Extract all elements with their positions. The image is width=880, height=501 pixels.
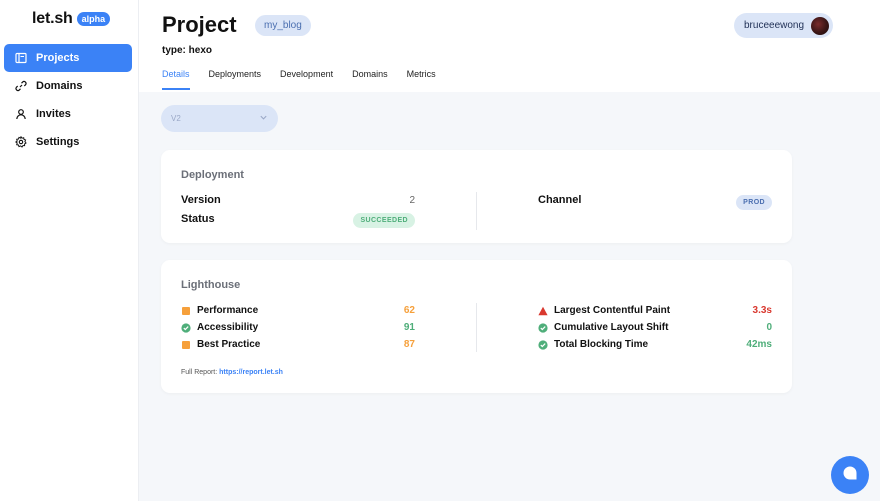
tab-domains[interactable]: Domains [352, 69, 388, 91]
metric-value: 62 [403, 305, 415, 316]
chat-button[interactable] [831, 456, 869, 494]
sidebar-item-settings[interactable]: Settings [4, 128, 132, 156]
green-check-icon [181, 322, 191, 333]
full-report-link[interactable]: https://report.let.sh [219, 369, 283, 376]
page-title: Project [162, 12, 237, 37]
sidebar-item-domains[interactable]: Domains [4, 72, 132, 100]
sidebar-item-label: Invites [36, 108, 71, 120]
logo[interactable]: let.sh alpha [32, 10, 111, 28]
status-badge: SUCCEEDED [353, 213, 415, 228]
chevron-down-icon [259, 113, 268, 124]
divider [476, 192, 477, 230]
full-report: Full Report: https://report.let.sh [181, 369, 283, 376]
version-value: 2 [409, 195, 415, 206]
status-label: Status [181, 213, 215, 225]
sidebar-item-label: Settings [36, 136, 80, 148]
metric-best-practice: Best Practice [181, 339, 260, 350]
divider [476, 303, 477, 352]
sidebar-item-label: Domains [36, 80, 83, 92]
version-label: Version [181, 194, 221, 206]
channel-badge: PROD [736, 195, 772, 210]
metric-lcp: Largest Contentful Paint [538, 305, 670, 316]
deployment-title: Deployment [181, 169, 244, 181]
tab-development[interactable]: Development [280, 69, 333, 91]
metric-cls: Cumulative Layout Shift [538, 322, 668, 333]
metric-value: 0 [766, 322, 772, 333]
deployment-card: Deployment Version 2 Status SUCCEEDED Ch… [161, 150, 792, 243]
projects-icon [15, 52, 27, 64]
alpha-badge: alpha [76, 12, 111, 26]
full-report-label: Full Report: [181, 369, 218, 376]
orange-square-icon [181, 306, 191, 316]
page-header: Project my_blog type: hexo Details Deplo… [139, 0, 880, 92]
gear-icon [15, 136, 27, 148]
tab-details[interactable]: Details [162, 69, 190, 91]
metric-label: Best Practice [197, 339, 261, 350]
link-icon [15, 80, 27, 92]
user-menu-button[interactable]: bruceeewong [734, 13, 834, 38]
metric-accessibility: Accessibility [181, 322, 258, 333]
logo-text: let.sh [32, 10, 73, 27]
tab-bar: Details Deployments Development Domains … [162, 69, 455, 91]
lighthouse-card: Lighthouse Performance 62 Accessibility … [161, 260, 792, 393]
metric-label: Cumulative Layout Shift [554, 322, 669, 333]
orange-square-icon [181, 340, 191, 350]
metric-label: Performance [197, 305, 259, 316]
tab-deployments[interactable]: Deployments [209, 69, 262, 91]
metric-value: 42ms [746, 339, 772, 350]
metric-label: Accessibility [197, 322, 259, 333]
lighthouse-title: Lighthouse [181, 279, 241, 291]
sidebar: let.sh alpha Projects Domains Invites Se… [0, 0, 139, 501]
metric-label: Total Blocking Time [554, 339, 649, 350]
user-icon [15, 108, 27, 120]
version-select-value: V2 [171, 114, 181, 123]
channel-label: Channel [538, 194, 582, 206]
metric-tbt: Total Blocking Time [538, 339, 648, 350]
green-check-icon [538, 339, 548, 350]
project-name-badge: my_blog [255, 15, 311, 36]
tab-metrics[interactable]: Metrics [407, 69, 436, 91]
sidebar-item-label: Projects [36, 52, 80, 64]
metric-value: 87 [403, 339, 415, 350]
red-triangle-icon [538, 306, 548, 316]
version-select[interactable]: V2 [161, 105, 278, 132]
avatar [811, 16, 830, 35]
username: bruceeewong [744, 20, 805, 31]
sidebar-item-invites[interactable]: Invites [4, 100, 132, 128]
metric-performance: Performance [181, 305, 258, 316]
sidebar-item-projects[interactable]: Projects [4, 44, 132, 72]
project-type: type: hexo [162, 45, 213, 56]
metric-value: 91 [403, 322, 415, 333]
metric-label: Largest Contentful Paint [554, 305, 671, 316]
metric-value: 3.3s [752, 305, 772, 316]
green-check-icon [538, 322, 548, 333]
sidebar-nav: Projects Domains Invites Settings [4, 44, 132, 156]
chat-bubble-icon [842, 465, 858, 486]
